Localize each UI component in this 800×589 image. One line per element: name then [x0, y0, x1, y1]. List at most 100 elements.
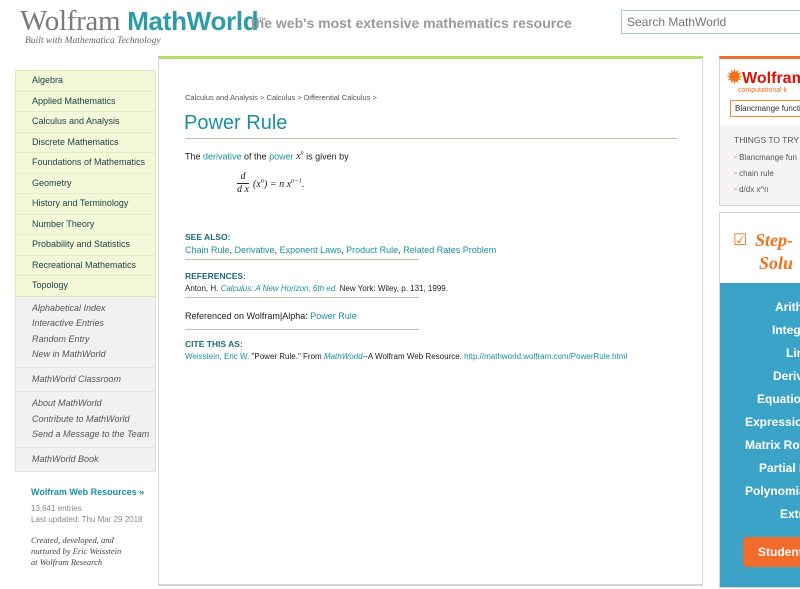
about-mathworld-link[interactable]: About MathWorld: [16, 396, 155, 412]
credit-line-2: nurtured by Eric Weisstein: [31, 546, 122, 556]
step-topic-expressions[interactable]: Expressio: [745, 415, 800, 429]
bullet-icon: ▫: [734, 169, 737, 178]
step-topic-linear[interactable]: Lin: [786, 346, 800, 360]
bullet-icon: ▫: [734, 153, 737, 162]
sidebar-item-applied-mathematics[interactable]: Applied Mathematics: [16, 92, 155, 112]
wa-power-rule-link[interactable]: Power Rule: [310, 311, 357, 321]
breadcrumb-calculus[interactable]: Calculus: [267, 93, 296, 102]
see-also-heading: SEE ALSO:: [185, 232, 231, 242]
try-item-chain-rule[interactable]: ▫ chain rule: [734, 169, 774, 178]
derivative-link[interactable]: derivative: [203, 151, 242, 161]
see-also-chain-rule[interactable]: Chain Rule: [185, 245, 230, 255]
random-entry-link[interactable]: Random Entry: [16, 332, 155, 348]
title-divider: [185, 138, 677, 139]
references-heading: REFERENCES:: [185, 271, 246, 281]
try-item-ddx[interactable]: ▫ d/dx x^n: [734, 185, 769, 194]
cite-url-link[interactable]: http://mathworld.wolfram.com/PowerRule.h…: [464, 352, 627, 361]
wolfram-web-resources-link[interactable]: Wolfram Web Resources »: [31, 487, 156, 497]
breadcrumb-sep: >: [257, 93, 267, 102]
sidebar-item-discrete-mathematics[interactable]: Discrete Mathematics: [16, 133, 155, 153]
step-topic-arithmetic[interactable]: Arith: [775, 300, 800, 314]
alphabetical-index-link[interactable]: Alphabetical Index: [16, 301, 155, 317]
sidebar-item-history[interactable]: History and Terminology: [16, 194, 155, 215]
step-topic-extrema[interactable]: Extr: [780, 507, 800, 521]
references-section: REFERENCES: Anton, H. Calculus: A New Ho…: [185, 271, 448, 293]
try-item-label: chain rule: [739, 169, 774, 178]
step-topic-matrix-row[interactable]: Matrix Row: [745, 438, 800, 452]
new-in-em: MathWorld: [62, 349, 106, 359]
page-title: Power Rule: [184, 112, 288, 134]
contribute-em: MathWorld: [86, 413, 130, 424]
about-links: About MathWorld Contribute to MathWorld …: [16, 392, 155, 448]
sidebar-item-geometry[interactable]: Geometry: [16, 174, 155, 194]
mathworld-classroom-link[interactable]: MathWorld Classroom: [16, 372, 155, 388]
wa-reference-line: Referenced on Wolfram|Alpha: Power Rule: [185, 311, 357, 321]
citation: Weisstein, Eric W. "Power Rule." From Ma…: [185, 352, 627, 361]
cite-heading: CITE THIS AS:: [185, 339, 243, 349]
step-topics-panel: Arith Integ Lin Deriv Equatio Expressio …: [720, 283, 800, 587]
power-link[interactable]: power: [269, 151, 294, 161]
eq-body: (x: [252, 178, 261, 190]
cite-mathworld-link[interactable]: MathWorld: [324, 352, 363, 361]
sidebar-item-algebra[interactable]: Algebra: [16, 71, 155, 92]
reference-rest: New York: Wiley, p. 131, 1999.: [337, 284, 448, 293]
eq-rhs-exp: n−1: [291, 177, 302, 185]
see-also-links: Chain Rule, Derivative, Exponent Laws, P…: [185, 245, 496, 255]
sidebar-item-probability[interactable]: Probability and Statistics: [16, 235, 155, 256]
step-by-step-ad[interactable]: ☑ Step- Solu Arith Integ Lin Deriv Equat…: [719, 212, 800, 588]
section-divider: [185, 259, 419, 260]
logo-mathworld: MathW: [127, 6, 211, 36]
see-also-exponent-laws[interactable]: Exponent Laws: [280, 245, 342, 255]
step-title-1: Step-: [755, 230, 793, 250]
logo-subtitle: Built with Mathematica Technology: [25, 36, 161, 46]
mathworld-book-link[interactable]: MathWorld Book: [16, 452, 155, 468]
step-by-step-header: ☑ Step- Solu: [720, 213, 800, 283]
search-input[interactable]: [621, 10, 800, 34]
breadcrumb-calculus-analysis[interactable]: Calculus and Analysis: [185, 93, 258, 102]
send-message-link[interactable]: Send a Message to the Team: [16, 427, 155, 443]
intro-the: The: [185, 151, 204, 162]
book-links: MathWorld Book: [16, 448, 155, 472]
logo-text: Wolfram MathWorld™: [20, 6, 266, 36]
new-in-mathworld-link[interactable]: New in MathWorld: [16, 347, 155, 363]
cite-author-link[interactable]: Weisstein, Eric W.: [185, 352, 249, 361]
try-item-label: Blancmange fun: [739, 153, 797, 162]
entry-count: 13,641 entries: [31, 504, 82, 513]
student-button[interactable]: Student: [743, 537, 800, 567]
sidebar-item-number-theory[interactable]: Number Theory: [16, 215, 155, 235]
wolfram-star-icon: ✹: [727, 67, 743, 87]
step-topic-integrals[interactable]: Integ: [772, 323, 800, 337]
breadcrumb: Calculus and Analysis > Calculus > Diffe…: [185, 93, 377, 102]
left-sidebar: Algebra Applied Mathematics Calculus and…: [15, 70, 156, 568]
new-in-prefix: New in: [32, 349, 63, 359]
step-topic-polynomials[interactable]: Polynomia: [745, 484, 800, 498]
sidebar-item-calculus-and-analysis[interactable]: Calculus and Analysis: [16, 112, 155, 133]
see-also-related-rates[interactable]: Related Rates Problem: [403, 245, 496, 255]
sidebar-item-recreational[interactable]: Recreational Mathematics: [16, 256, 155, 276]
step-topic-equations[interactable]: Equatio: [757, 392, 800, 406]
wolfram-alpha-logo-text: Wolfram: [742, 70, 800, 87]
intro-text: The derivative of the power xn is given …: [185, 151, 349, 162]
index-links: Alphabetical Index Interactive Entries R…: [16, 297, 155, 368]
credit-line-3: at Wolfram Research: [31, 557, 103, 567]
reference-book-link[interactable]: Calculus: A New Horizon, 6th ed.: [221, 284, 338, 293]
contribute-link[interactable]: Contribute to MathWorld: [16, 412, 155, 428]
wolfram-alpha-input[interactable]: Blancmange functio: [730, 100, 800, 117]
interactive-entries-link[interactable]: Interactive Entries: [16, 316, 155, 332]
step-topic-partial-fractions[interactable]: Partial F: [759, 461, 800, 475]
site-logo[interactable]: Wolfram MathWorld™ Built with Mathematic…: [20, 6, 266, 46]
see-also-derivative[interactable]: Derivative: [235, 245, 275, 255]
see-also-section: SEE ALSO: Chain Rule, Derivative, Expone…: [185, 232, 496, 255]
step-topic-derivatives[interactable]: Deriv: [773, 369, 800, 383]
wolfram-alpha-logo[interactable]: ✹Wolfram: [727, 67, 800, 88]
section-divider: [185, 329, 419, 330]
breadcrumb-differential-calculus[interactable]: Differential Calculus: [304, 93, 371, 102]
sidebar-item-foundations[interactable]: Foundations of Mathematics: [16, 153, 155, 174]
classroom-em: MathWorld: [32, 373, 76, 384]
book-em: MathWorld: [32, 453, 76, 464]
see-also-product-rule[interactable]: Product Rule: [346, 245, 398, 255]
sidebar-item-topology[interactable]: Topology: [16, 276, 155, 296]
wolfram-alpha-widget: ✹Wolfram computational k Blancmange func…: [719, 56, 800, 206]
try-item-blancmange[interactable]: ▫ Blancmange fun: [734, 153, 797, 162]
reference-author: Anton, H.: [185, 284, 221, 293]
